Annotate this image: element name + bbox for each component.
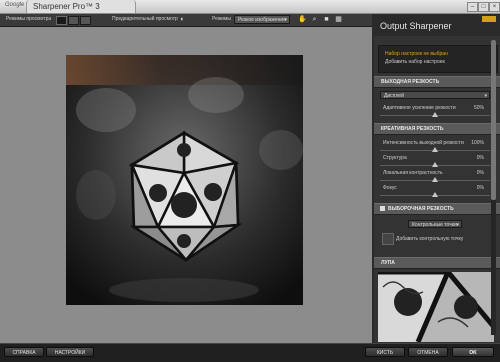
output-intensity-value: 100% bbox=[471, 140, 484, 146]
selective-sharpening-header[interactable]: ВЫБОРОЧНАЯ РЕЗКОСТЬ bbox=[374, 203, 500, 215]
settings-button[interactable]: НАСТРОЙКИ bbox=[46, 347, 94, 357]
control-points-value: Контрольные точки bbox=[412, 222, 457, 228]
panel-header: Output Sharpener bbox=[374, 14, 500, 36]
preview-modes-label: Режимы просмотра bbox=[6, 16, 52, 22]
adaptive-sharpening-slider[interactable] bbox=[380, 112, 490, 118]
image-preview-area[interactable] bbox=[0, 27, 372, 343]
mode-select-value: Резкое изображение bbox=[238, 17, 286, 23]
loupe-toggle-icon[interactable]: ▦ bbox=[334, 15, 343, 24]
creative-sharpening-title: КРЕАТИВНАЯ РЕЗКОСТЬ bbox=[381, 126, 444, 132]
focus-slider[interactable] bbox=[380, 192, 490, 198]
loupe-image bbox=[378, 272, 494, 342]
output-device-value: Дисплей bbox=[384, 93, 404, 99]
side-by-side-view-button[interactable] bbox=[80, 16, 91, 25]
help-button[interactable]: СПРАВКА bbox=[4, 347, 44, 357]
chevron-down-icon: ▾ bbox=[284, 17, 287, 23]
slider-thumb[interactable] bbox=[432, 112, 438, 117]
preview-image bbox=[66, 55, 303, 305]
adaptive-sharpening-label: Адаптивное усиление резкости bbox=[383, 105, 456, 111]
creative-sharpening-header[interactable]: КРЕАТИВНАЯ РЕЗКОСТЬ bbox=[374, 123, 500, 135]
output-intensity-slider[interactable] bbox=[380, 147, 490, 153]
brush-button[interactable]: КИСТЬ bbox=[365, 347, 405, 357]
checkbox-icon[interactable] bbox=[380, 206, 385, 211]
structure-value: 0% bbox=[476, 155, 484, 161]
output-sharpening-title: ВЫХОДНАЯ РЕЗКОСТЬ bbox=[381, 79, 440, 85]
modes-label: Режимы bbox=[212, 16, 232, 22]
local-contrast-value: 0% bbox=[476, 170, 484, 176]
loupe-title: ЛУПА bbox=[381, 260, 395, 266]
close-button[interactable]: × bbox=[489, 2, 500, 12]
control-points-select[interactable]: Контрольные точки ▾ bbox=[408, 220, 462, 228]
window-titlebar: Google Sharpener Pro™ 3 – □ × bbox=[0, 0, 500, 14]
output-sharpener-panel: Output Sharpener Набор настроек не выбра… bbox=[374, 14, 500, 343]
focus-label: Фокус bbox=[383, 185, 397, 191]
output-intensity-label: Интенсивность выходной резкости bbox=[383, 140, 464, 146]
chevron-down-icon: ▾ bbox=[484, 93, 487, 99]
minimize-button[interactable]: – bbox=[467, 2, 478, 12]
loupe-header[interactable]: ЛУПА bbox=[374, 257, 500, 269]
output-device-select[interactable]: Дисплей ▾ bbox=[380, 91, 490, 99]
window-title-tab: Sharpener Pro™ 3 bbox=[26, 0, 136, 13]
preview-label: Предварительный просмотр bbox=[112, 16, 178, 22]
cancel-button[interactable]: ОТМЕНА bbox=[408, 347, 448, 357]
scrollbar-thumb[interactable] bbox=[491, 40, 496, 200]
zoom-tool-icon[interactable]: ⌕ bbox=[310, 15, 319, 24]
brand-logo: Google bbox=[5, 2, 25, 8]
bottom-bar: СПРАВКА НАСТРОЙКИ КИСТЬ ОТМЕНА OK bbox=[0, 343, 500, 362]
slider-thumb[interactable] bbox=[432, 162, 438, 167]
local-contrast-label: Локальная контрастность bbox=[383, 170, 443, 176]
preset-none-label: Набор настроек не выбран bbox=[385, 51, 448, 57]
adaptive-sharpening-value: 50% bbox=[473, 105, 484, 111]
add-control-point-label[interactable]: Добавить контрольную точку bbox=[396, 236, 463, 242]
panel-scrollbar[interactable] bbox=[491, 40, 496, 335]
ok-button[interactable]: OK bbox=[452, 347, 494, 357]
selective-sharpening-title: ВЫБОРОЧНАЯ РЕЗКОСТЬ bbox=[388, 206, 454, 212]
local-contrast-slider[interactable] bbox=[380, 177, 490, 183]
maximize-button[interactable]: □ bbox=[478, 2, 489, 12]
background-color-icon[interactable]: ■ bbox=[322, 15, 331, 24]
preset-box: Набор настроек не выбран Добавить набор … bbox=[378, 45, 498, 73]
slider-thumb[interactable] bbox=[432, 192, 438, 197]
slider-thumb[interactable] bbox=[432, 177, 438, 182]
chevron-down-icon: ▾ bbox=[456, 222, 459, 228]
focus-value: 0% bbox=[476, 185, 484, 191]
add-preset-link[interactable]: Добавить набор настроек bbox=[385, 59, 445, 65]
output-sharpening-header[interactable]: ВЫХОДНАЯ РЕЗКОСТЬ bbox=[374, 76, 500, 88]
mode-select[interactable]: Резкое изображение ▾ bbox=[234, 15, 290, 24]
hand-tool-icon[interactable]: ✋ bbox=[298, 15, 307, 24]
nik-logo-icon bbox=[482, 16, 496, 22]
structure-label: Структура bbox=[383, 155, 407, 161]
structure-slider[interactable] bbox=[380, 162, 490, 168]
split-view-button[interactable] bbox=[68, 16, 79, 25]
panel-title: Output Sharpener bbox=[380, 21, 452, 31]
single-view-button[interactable] bbox=[56, 16, 67, 25]
slider-thumb[interactable] bbox=[432, 147, 438, 152]
add-control-point-icon[interactable] bbox=[382, 233, 394, 245]
preview-toolbar: Режимы просмотра Предварительный просмот… bbox=[0, 14, 372, 27]
preview-toggle-icon[interactable]: ◐ bbox=[178, 15, 187, 24]
